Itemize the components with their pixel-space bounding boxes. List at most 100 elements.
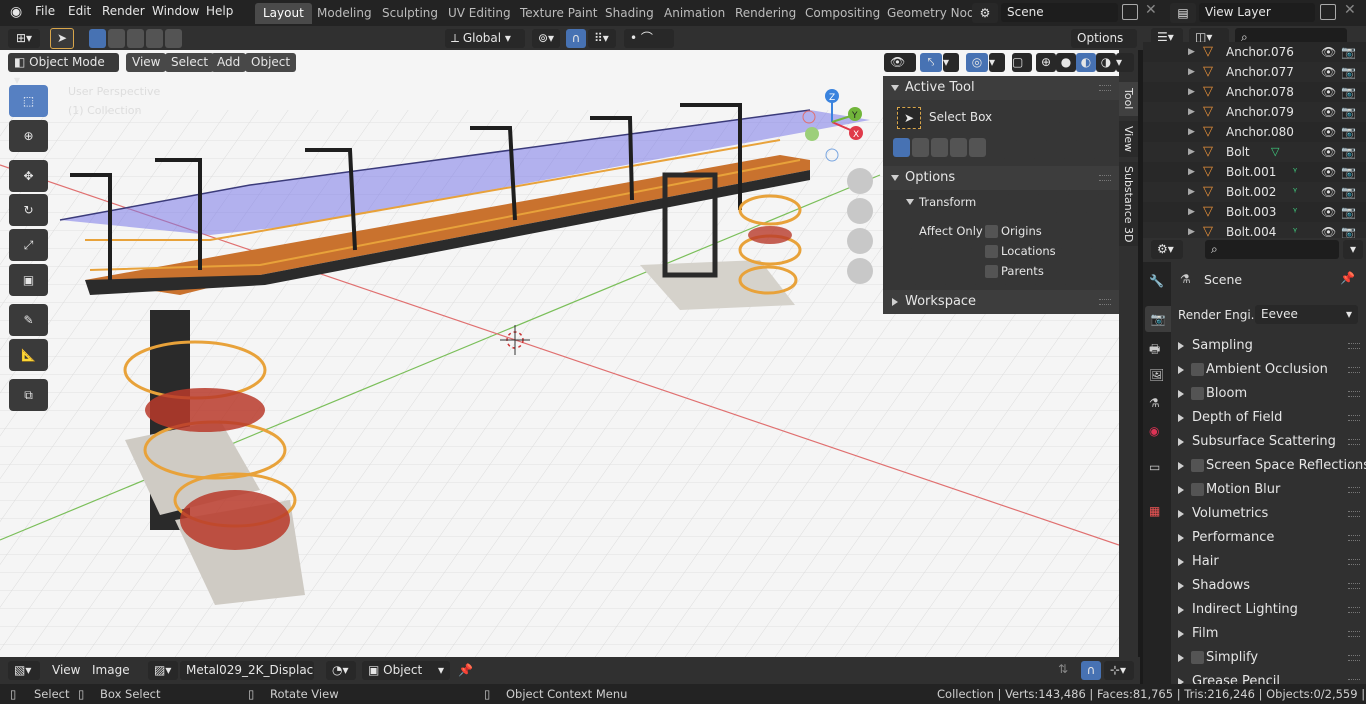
expand-arrow-icon[interactable]: ▶ bbox=[1188, 142, 1195, 162]
camera-icon[interactable]: 📷 bbox=[1341, 202, 1356, 222]
visibility-dropdown-icon[interactable]: 👁▾ bbox=[884, 53, 916, 87]
outliner-row[interactable]: ▶ ▽ Anchor.079 👁 📷 bbox=[1143, 102, 1366, 122]
tool-settings-tab-icon[interactable]: 🔧 bbox=[1149, 274, 1164, 288]
render-panel-indirect-lighting[interactable]: Indirect Lighting bbox=[1172, 598, 1362, 622]
camera-icon[interactable]: 📷 bbox=[1341, 222, 1356, 238]
drag-grip-icon[interactable] bbox=[1099, 175, 1111, 181]
box-mode-subtract-icon[interactable] bbox=[931, 138, 948, 157]
section-enable-checkbox[interactable] bbox=[1191, 363, 1204, 376]
render-panel-shadows[interactable]: Shadows bbox=[1172, 574, 1362, 598]
outliner-row[interactable]: ▶ ▽ Anchor.076 👁 📷 bbox=[1143, 42, 1366, 62]
render-panel-ambient-occlusion[interactable]: Ambient Occlusion bbox=[1172, 358, 1362, 382]
outliner-item-name[interactable]: Bolt.001 bbox=[1226, 162, 1276, 182]
overlay-toggle-icon[interactable]: ◎ bbox=[966, 53, 988, 72]
scene-browse-icon[interactable]: ⚙ bbox=[972, 3, 998, 23]
image-menu[interactable]: Image bbox=[92, 663, 130, 677]
tool-measure[interactable]: 📐 bbox=[9, 339, 48, 371]
menu-file[interactable]: File bbox=[35, 4, 55, 18]
outliner-row[interactable]: ▶ ▽ Bolt.001 ᵞ 👁 📷 bbox=[1143, 162, 1366, 182]
tool-move[interactable]: ✥ bbox=[9, 160, 48, 192]
tab-compositing[interactable]: Compositing bbox=[797, 3, 888, 24]
mode-intersect-icon[interactable] bbox=[165, 29, 182, 48]
expand-arrow-icon[interactable]: ▶ bbox=[1188, 202, 1195, 222]
outliner-item-name[interactable]: Bolt.004 bbox=[1226, 222, 1276, 238]
image-view-menu[interactable]: View bbox=[52, 663, 80, 677]
camera-icon[interactable]: 📷 bbox=[1341, 162, 1356, 182]
tab-sculpting[interactable]: Sculpting bbox=[374, 3, 446, 24]
mode-new-icon[interactable] bbox=[89, 29, 106, 48]
section-enable-checkbox[interactable] bbox=[1191, 387, 1204, 400]
locations-checkbox[interactable] bbox=[985, 245, 998, 258]
box-mode-difference-icon[interactable] bbox=[950, 138, 967, 157]
outliner-row[interactable]: ▶ ▽ Bolt.004 ᵞ 👁 📷 bbox=[1143, 222, 1366, 238]
camera-icon[interactable]: 📷 bbox=[1341, 62, 1356, 82]
properties-search-field[interactable]: ⌕ bbox=[1205, 240, 1339, 259]
expand-arrow-icon[interactable]: ▶ bbox=[1188, 82, 1195, 102]
drag-grip-icon[interactable] bbox=[1099, 85, 1111, 91]
camera-icon[interactable]: 📷 bbox=[1341, 182, 1356, 202]
drag-grip-icon[interactable] bbox=[1348, 511, 1360, 517]
eye-icon[interactable]: 👁 bbox=[1321, 82, 1336, 102]
editor-type-icon[interactable]: ⊞▾ bbox=[8, 29, 40, 48]
menu-help[interactable]: Help bbox=[206, 4, 233, 18]
eye-icon[interactable]: 👁 bbox=[1321, 182, 1336, 202]
eye-icon[interactable]: 👁 bbox=[1321, 62, 1336, 82]
drag-grip-icon[interactable] bbox=[1348, 415, 1360, 421]
camera-icon[interactable]: 📷 bbox=[1341, 42, 1356, 62]
expand-arrow-icon[interactable]: ▶ bbox=[1188, 162, 1195, 182]
render-panel-simplify[interactable]: Simplify bbox=[1172, 646, 1362, 670]
tool-rotate[interactable]: ↻ bbox=[9, 194, 48, 226]
texture-tab-icon[interactable]: ▦ bbox=[1149, 504, 1160, 518]
active-tool-header[interactable]: Active Tool bbox=[883, 76, 1119, 100]
expand-arrow-icon[interactable]: ▶ bbox=[1188, 222, 1195, 238]
delete-view-layer-icon[interactable]: ✕ bbox=[1344, 2, 1356, 18]
overlay-dropdown-icon[interactable]: ▾ bbox=[989, 53, 1005, 72]
options-dropdown[interactable]: Options ▾ bbox=[1071, 29, 1137, 63]
tool-add-cube[interactable]: ⧉ bbox=[9, 379, 48, 411]
drag-grip-icon[interactable] bbox=[1348, 463, 1360, 469]
image-name-field[interactable]: Metal029_2K_Displacem bbox=[180, 661, 314, 680]
render-panel-volumetrics[interactable]: Volumetrics bbox=[1172, 502, 1362, 526]
drag-grip-icon[interactable] bbox=[1099, 299, 1111, 305]
mode-difference-icon[interactable] bbox=[146, 29, 163, 48]
options-header[interactable]: Options bbox=[883, 166, 1119, 190]
solid-shading-icon[interactable]: ● bbox=[1056, 53, 1076, 72]
drag-grip-icon[interactable] bbox=[1348, 631, 1360, 637]
pivot-icon[interactable]: ⊚▾ bbox=[532, 29, 560, 48]
eye-icon[interactable]: 👁 bbox=[1321, 42, 1336, 62]
box-mode-intersect-icon[interactable] bbox=[969, 138, 986, 157]
outliner-item-name[interactable]: Anchor.080 bbox=[1226, 122, 1294, 142]
new-scene-icon[interactable] bbox=[1122, 4, 1138, 20]
box-mode-new-icon[interactable] bbox=[893, 138, 910, 157]
section-enable-checkbox[interactable] bbox=[1191, 483, 1204, 496]
scene-tab-icon[interactable]: ⚗ bbox=[1149, 396, 1160, 410]
outliner-row[interactable]: ▶ ▽ Anchor.080 👁 📷 bbox=[1143, 122, 1366, 142]
select-box-tool-icon[interactable]: ➤ bbox=[897, 107, 921, 129]
camera-icon[interactable]: 📷 bbox=[1341, 142, 1356, 162]
expand-arrow-icon[interactable]: ▶ bbox=[1188, 122, 1195, 142]
viewport-object-menu[interactable]: Object bbox=[245, 53, 297, 72]
render-panel-performance[interactable]: Performance bbox=[1172, 526, 1362, 550]
parents-checkbox[interactable] bbox=[985, 265, 998, 278]
uv-snap-target-icon[interactable]: ⊹▾ bbox=[1104, 661, 1134, 680]
expand-arrow-icon[interactable]: ▶ bbox=[1188, 102, 1195, 122]
menu-render[interactable]: Render bbox=[102, 4, 145, 18]
camera-icon[interactable]: 📷 bbox=[1341, 122, 1356, 142]
tab-layout[interactable]: Layout bbox=[255, 3, 312, 24]
drag-grip-icon[interactable] bbox=[1348, 655, 1360, 661]
section-enable-checkbox[interactable] bbox=[1191, 651, 1204, 664]
proportional-edit-icon[interactable]: • ⌒ bbox=[624, 29, 674, 48]
outliner-item-name[interactable]: Anchor.078 bbox=[1226, 82, 1294, 102]
tool-annotate[interactable]: ✎ bbox=[9, 304, 48, 336]
box-mode-extend-icon[interactable] bbox=[912, 138, 929, 157]
drag-grip-icon[interactable] bbox=[1348, 559, 1360, 565]
eye-icon[interactable]: 👁 bbox=[1321, 202, 1336, 222]
image-editor-type-icon[interactable]: ▧▾ bbox=[8, 661, 40, 680]
drag-grip-icon[interactable] bbox=[1348, 535, 1360, 541]
object-dropdown[interactable]: ▣ Object ▾ bbox=[362, 661, 450, 680]
render-panel-depth-of-field[interactable]: Depth of Field bbox=[1172, 406, 1362, 430]
tab-rendering[interactable]: Rendering bbox=[727, 3, 804, 24]
outliner-row[interactable]: ▶ ▽ Bolt.003 ᵞ 👁 📷 bbox=[1143, 202, 1366, 222]
tab-shading[interactable]: Shading bbox=[597, 3, 662, 24]
origins-checkbox[interactable] bbox=[985, 225, 998, 238]
